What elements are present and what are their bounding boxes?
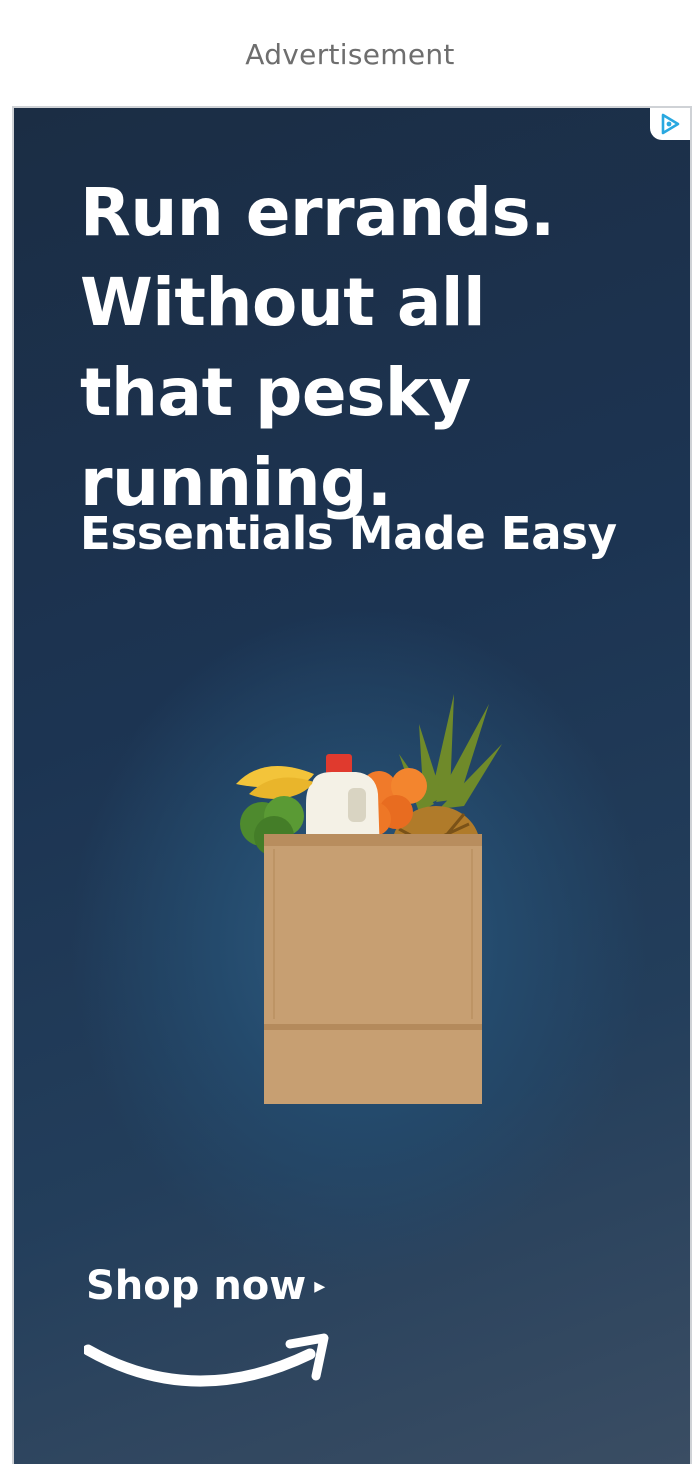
shop-now-label: Shop now <box>86 1263 307 1309</box>
ad-headline: Run errands. Without all that pesky runn… <box>80 168 640 528</box>
play-arrow-icon: ▸ <box>314 1274 326 1299</box>
ad-subheadline: Essentials Made Easy <box>80 507 617 560</box>
grocery-bag-image <box>236 694 502 1104</box>
adchoices-button[interactable] <box>650 108 690 140</box>
amazon-smile-logo[interactable] <box>84 1330 338 1398</box>
shop-now-button[interactable]: Shop now ▸ <box>86 1262 325 1311</box>
ad-banner[interactable]: Run errands. Without all that pesky runn… <box>12 106 692 1464</box>
headline-line: Run errands. <box>80 174 555 251</box>
advertisement-label: Advertisement <box>245 38 455 71</box>
headline-line: that pesky <box>80 354 471 431</box>
headline-line: Without all <box>80 264 486 341</box>
adchoices-icon <box>661 113 680 135</box>
